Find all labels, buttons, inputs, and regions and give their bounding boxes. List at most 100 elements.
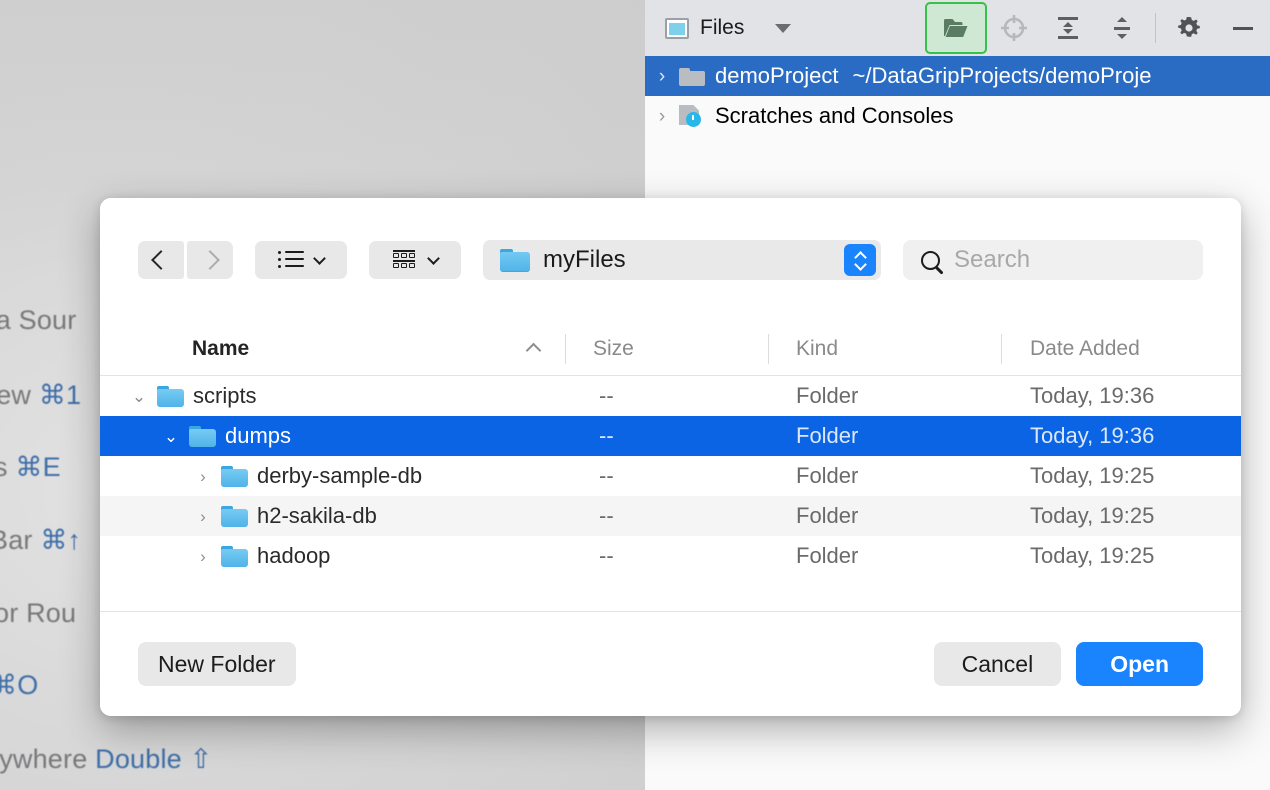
dialog-toolbar: myFiles Search [100, 198, 1241, 322]
current-folder-label: myFiles [543, 246, 626, 273]
chevron-down-icon[interactable]: ⌄ [160, 428, 182, 445]
group-view-button[interactable] [369, 241, 461, 279]
background-hint-4: Bar ⌘↑ [0, 525, 82, 555]
shortcut-badge: Double ⇧ [95, 744, 213, 774]
file-kind-cell: Folder [796, 383, 859, 408]
file-date-cell: Today, 19:36 [1030, 423, 1155, 448]
background-hint-3: s ⌘E [0, 452, 61, 482]
column-header-kind[interactable]: Kind [768, 322, 1001, 376]
file-size-cell: -- [599, 383, 614, 408]
table-row[interactable]: ⌄ dumps -- Folder Today, 19:36 [100, 416, 1241, 456]
shortcut-badge: ⌘↑ [40, 525, 82, 555]
folder-icon [500, 248, 530, 272]
chevron-right-icon[interactable]: › [645, 67, 679, 86]
chevron-right-icon[interactable]: › [192, 468, 214, 485]
file-date-cell: Today, 19:25 [1030, 543, 1155, 568]
folder-icon [221, 545, 248, 567]
tree-row-demoproject[interactable]: › demoProject ~/DataGripProjects/demoPro… [645, 56, 1270, 96]
shortcut-badge: ⌘E [15, 452, 61, 482]
table-row[interactable]: › h2-sakila-db -- Folder Today, 19:25 [100, 496, 1241, 536]
table-row[interactable]: › derby-sample-db -- Folder Today, 19:25 [100, 456, 1241, 496]
column-header-name[interactable]: Name [100, 322, 565, 376]
file-name-label: dumps [225, 423, 292, 448]
tree-node-path: ~/DataGripProjects/demoProje [852, 63, 1152, 88]
search-icon [921, 250, 940, 270]
file-name-label: derby-sample-db [257, 463, 423, 488]
table-row[interactable]: › hadoop -- Folder Today, 19:25 [100, 536, 1241, 576]
gallery-view-icon [392, 250, 418, 270]
back-button[interactable] [138, 241, 184, 279]
file-size-cell: -- [599, 423, 614, 448]
background-hint-6: ⌘O [0, 670, 38, 701]
chevron-right-icon[interactable]: › [192, 548, 214, 565]
folder-icon [189, 425, 216, 447]
file-date-cell: Today, 19:36 [1030, 383, 1155, 408]
path-popup-button[interactable]: myFiles [483, 240, 881, 280]
file-name-label: h2-sakila-db [257, 503, 377, 528]
file-list: ⌄ scripts -- Folder Today, 19:36 ⌄ dumps… [100, 376, 1241, 611]
open-button[interactable]: Open [1076, 642, 1203, 686]
navigation-buttons [138, 241, 233, 279]
shortcut-badge: ⌘O [0, 670, 39, 700]
file-name-cell: › h2-sakila-db [100, 503, 565, 529]
open-file-dialog: myFiles Search Name Size Kind Date Added [100, 198, 1241, 716]
file-kind-cell: Folder [796, 463, 859, 488]
collapse-all-icon[interactable] [1095, 4, 1149, 52]
file-size-cell: -- [599, 503, 614, 528]
updown-stepper-icon[interactable] [844, 244, 876, 276]
screen-root: ta Sour iew ⌘1 s ⌘E Bar ⌘↑ or Rou ⌘O ryw… [0, 0, 1270, 790]
tab-files[interactable]: Files [645, 16, 792, 40]
column-header-size-label: Size [593, 336, 634, 360]
scratches-icon [679, 105, 705, 127]
list-view-button[interactable] [255, 241, 347, 279]
chevron-down-icon [427, 251, 440, 265]
chevron-left-icon [151, 250, 171, 270]
tree-row-scratches[interactable]: › Scratches and Consoles [645, 96, 1270, 136]
shortcut-badge: ⌘1 [38, 380, 82, 410]
folder-icon [157, 385, 184, 407]
tool-window-actions [925, 0, 1270, 56]
search-input[interactable]: Search [903, 240, 1203, 280]
chevron-down-icon[interactable]: ⌄ [128, 388, 150, 405]
tree-node-label: Scratches and Consoles [715, 103, 954, 128]
forward-button[interactable] [187, 241, 233, 279]
expand-all-icon[interactable] [1041, 4, 1095, 52]
file-kind-cell: Folder [796, 423, 859, 448]
column-header-date-added[interactable]: Date Added [1001, 322, 1241, 376]
open-file-icon[interactable] [925, 2, 987, 54]
search-placeholder: Search [954, 246, 1031, 273]
new-folder-button[interactable]: New Folder [138, 642, 296, 686]
dialog-footer: New Folder Cancel Open [100, 611, 1241, 716]
file-name-cell: › hadoop [100, 543, 565, 569]
table-row[interactable]: ⌄ scripts -- Folder Today, 19:36 [100, 376, 1241, 416]
chevron-down-icon[interactable] [775, 23, 792, 33]
gear-icon[interactable] [1162, 4, 1216, 52]
file-date-cell: Today, 19:25 [1030, 503, 1155, 528]
column-header-kind-label: Kind [796, 336, 839, 360]
background-hint-2: iew ⌘1 [0, 380, 82, 410]
chevron-right-icon[interactable]: › [645, 107, 679, 126]
column-header-name-label: Name [192, 336, 250, 360]
tree-node-label: demoProject [715, 63, 839, 88]
file-name-cell: ⌄ scripts [100, 383, 565, 409]
column-header-date-label: Date Added [1030, 336, 1140, 360]
file-kind-cell: Folder [796, 543, 859, 568]
column-headers: Name Size Kind Date Added [100, 322, 1241, 376]
locate-target-icon[interactable] [987, 4, 1041, 52]
file-name-label: hadoop [257, 543, 331, 568]
file-size-cell: -- [599, 463, 614, 488]
chevron-right-icon [200, 250, 220, 270]
folder-icon [221, 505, 248, 527]
minimize-icon[interactable] [1216, 4, 1270, 52]
file-kind-cell: Folder [796, 503, 859, 528]
file-name-cell: › derby-sample-db [100, 463, 565, 489]
column-header-size[interactable]: Size [565, 322, 768, 376]
background-hint-1: ta Sour [0, 305, 77, 335]
toolbar-separator [1155, 13, 1156, 43]
chevron-right-icon[interactable]: › [192, 508, 214, 525]
sort-ascending-icon [525, 342, 542, 359]
cancel-button[interactable]: Cancel [933, 642, 1062, 686]
file-date-cell: Today, 19:25 [1030, 463, 1155, 488]
folder-icon [679, 66, 705, 86]
list-view-icon [278, 250, 304, 269]
